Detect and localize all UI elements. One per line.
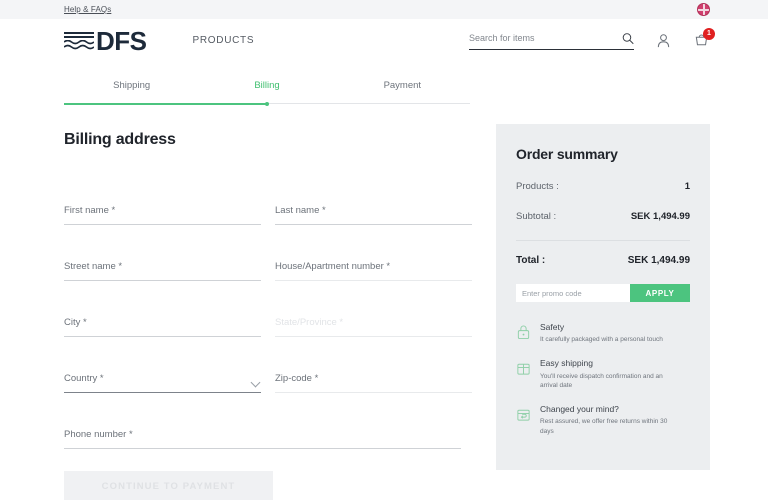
package-icon (517, 364, 530, 376)
chevron-down-icon[interactable] (250, 377, 261, 388)
stepper-track (64, 101, 470, 106)
utility-bar: Help & FAQs (0, 0, 768, 19)
field-phone-number[interactable]: Phone number * (64, 393, 461, 449)
benefits-list: Safety It carefully packaged with a pers… (516, 322, 690, 436)
field-state-province: State/Province * (275, 281, 472, 337)
brand-name: DFS (96, 25, 147, 56)
country-label: Country * (64, 373, 104, 384)
cart-button[interactable]: 1 (694, 27, 715, 49)
lock-icon (517, 325, 530, 340)
benefit-easy-shipping: Easy shipping You'll receive dispatch co… (516, 358, 690, 390)
zip-code-label: Zip-code * (275, 373, 319, 384)
summary-row-subtotal: Subtotal : SEK 1,494.99 (516, 211, 690, 222)
summary-row-products: Products : 1 (516, 181, 690, 192)
benefit-safety-desc: It carefully packaged with a personal to… (540, 336, 663, 344)
page-body: Shipping Billing Payment Billing address… (0, 62, 768, 500)
benefit-returns: Changed your mind? Rest assured, we offe… (516, 404, 690, 436)
benefit-returns-title: Changed your mind? (540, 404, 619, 415)
subtotal-value: SEK 1,494.99 (630, 211, 690, 222)
field-last-name[interactable]: Last name * (275, 169, 472, 225)
stepper-progress-fill (64, 103, 267, 105)
total-value: SEK 1,494.99 (627, 255, 690, 266)
step-payment[interactable]: Payment (335, 80, 470, 91)
stepper-current-dot (265, 101, 269, 106)
dfs-wave-mark-icon (64, 31, 94, 51)
field-city[interactable]: City * (64, 281, 261, 337)
apply-promo-button[interactable]: APPLY (630, 284, 690, 302)
benefit-shipping-desc: You'll receive dispatch confirmation and… (540, 372, 663, 389)
checkout-stepper: Shipping Billing Payment (64, 80, 470, 106)
brand-logo[interactable]: DFS (64, 28, 147, 54)
site-header: DFS PRODUCTS 1 (0, 19, 768, 62)
total-label: Total : (516, 255, 546, 266)
order-summary-title: Order summary (516, 146, 618, 162)
summary-divider (516, 240, 690, 241)
subtotal-label: Subtotal : (516, 211, 557, 222)
phone-number-label: Phone number * (64, 429, 133, 440)
nav-item-products[interactable]: PRODUCTS (193, 35, 255, 46)
field-zip-code[interactable]: Zip-code * (275, 337, 472, 393)
promo-code-row: APPLY (516, 284, 690, 302)
benefit-safety: Safety It carefully packaged with a pers… (516, 322, 690, 344)
benefit-returns-desc: Rest assured, we offer free returns with… (540, 418, 668, 435)
field-house-number[interactable]: House/Apartment number * (275, 225, 472, 281)
step-billing[interactable]: Billing (199, 80, 334, 91)
return-box-icon (517, 410, 530, 421)
continue-to-payment-button[interactable]: CONTINUE TO PAYMENT (64, 471, 273, 500)
products-label: Products : (516, 181, 559, 192)
house-number-label: House/Apartment number * (275, 261, 391, 272)
header-actions: 1 (469, 27, 715, 50)
step-shipping[interactable]: Shipping (64, 80, 199, 91)
field-street-name[interactable]: Street name * (64, 225, 261, 281)
billing-address-form: First name * Last name * Street name * H… (64, 169, 472, 449)
field-first-name[interactable]: First name * (64, 169, 261, 225)
cart-count-badge: 1 (703, 27, 715, 40)
search-input[interactable] (469, 33, 622, 43)
first-name-label: First name * (64, 205, 116, 216)
city-label: City * (64, 317, 87, 328)
page-title: Billing address (64, 131, 176, 148)
help-faqs-link[interactable]: Help & FAQs (64, 5, 111, 14)
user-icon[interactable] (656, 33, 671, 48)
search-bar[interactable] (469, 32, 634, 50)
benefit-shipping-title: Easy shipping (540, 358, 593, 369)
last-name-label: Last name * (275, 205, 326, 216)
state-province-label: State/Province * (275, 317, 344, 328)
street-name-label: Street name * (64, 261, 123, 272)
order-summary-column: Order summary Products : 1 Subtotal : SE… (472, 62, 768, 500)
products-value: 1 (684, 181, 690, 192)
search-icon[interactable] (622, 32, 634, 45)
summary-row-total: Total : SEK 1,494.99 (516, 255, 690, 266)
account-button[interactable] (656, 33, 672, 49)
promo-code-input[interactable] (516, 284, 630, 302)
order-summary-panel: Order summary Products : 1 Subtotal : SE… (496, 124, 710, 471)
uk-flag-icon[interactable] (697, 3, 710, 16)
benefit-safety-title: Safety (540, 322, 565, 332)
checkout-form-column: Shipping Billing Payment Billing address… (0, 62, 472, 500)
field-country[interactable]: Country * (64, 337, 261, 393)
phone-number-underline (64, 448, 461, 449)
